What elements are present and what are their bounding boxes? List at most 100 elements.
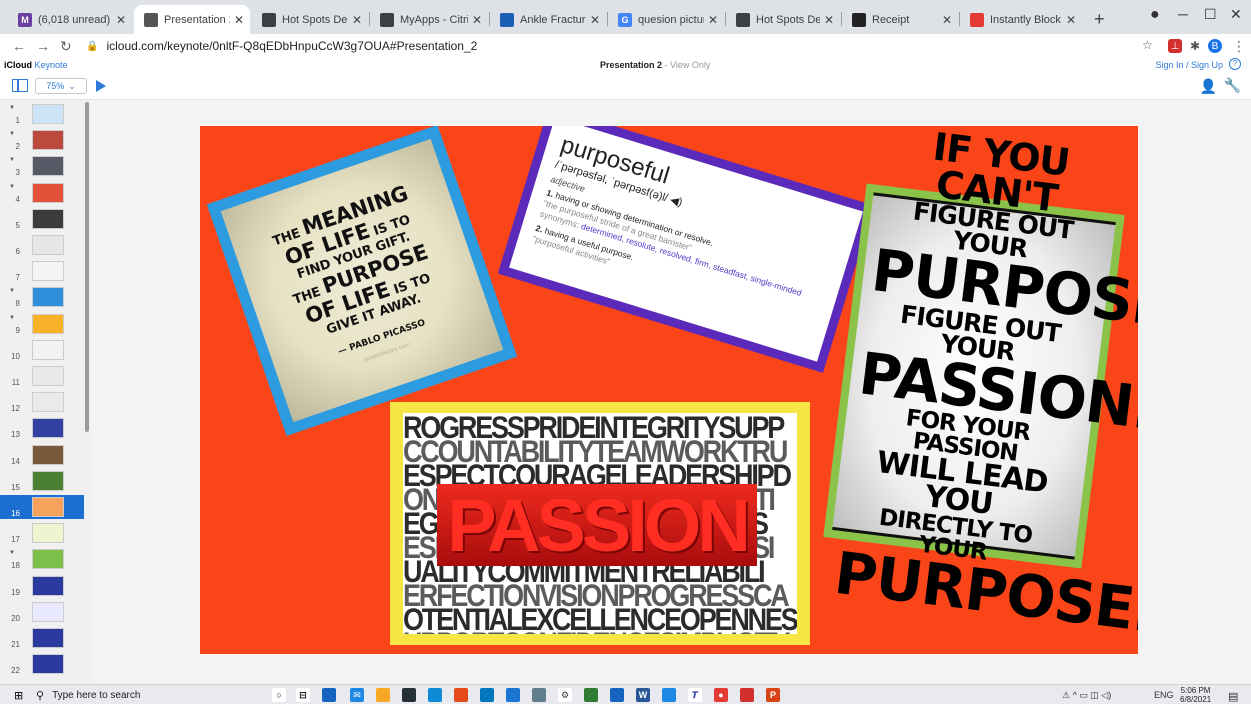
disclosure-triangle-icon[interactable]: ▼ [9,184,15,190]
browser-tab[interactable]: MyApps - Citrix Acces ✕ [370,5,488,34]
slide-thumbnail[interactable]: ▼ 9 [0,312,84,336]
app-icon[interactable] [480,688,494,702]
slide-thumbnail[interactable]: ▼ 2 [0,128,84,152]
slide-thumbnail[interactable]: 13 [0,416,84,440]
close-tab-icon[interactable]: ✕ [234,13,244,27]
slide-thumbnail[interactable]: 7 [0,259,84,283]
slide-thumbnail[interactable]: 12 [0,390,84,414]
pdf-extension-icon[interactable]: ⊥ [1168,39,1182,53]
picasso-quote-image[interactable]: THE MEANING OF LIFE IS TO FIND YOUR GIFT. T… [206,126,518,437]
disclosure-triangle-icon[interactable]: ▼ [9,288,15,294]
new-tab-button[interactable]: + [1094,9,1105,30]
app-icon[interactable]: 𝑻 [688,688,702,702]
wrench-icon[interactable]: 🔧 [1224,77,1241,94]
language-indicator[interactable]: ENG [1154,690,1174,700]
back-icon[interactable]: ← [12,38,26,54]
slide-thumbnail[interactable]: ▼ 8 [0,285,84,309]
sign-in-link[interactable]: Sign In / Sign Up [1155,60,1223,70]
close-tab-icon[interactable]: ✕ [590,13,600,27]
outlook-icon[interactable] [610,688,624,702]
browser-tab[interactable]: Gquesion pictures - Go ✕ [608,5,724,34]
browser-tab[interactable]: Hot Spots December ✕ [726,5,840,34]
browser-tab[interactable]: Ankle Fracture-Disloc ✕ [490,5,606,34]
app-icon[interactable] [322,688,336,702]
word-icon[interactable]: W [636,688,650,702]
office-icon[interactable] [454,688,468,702]
app-icon[interactable] [506,688,520,702]
disclosure-triangle-icon[interactable]: ▼ [9,131,15,137]
close-tab-icon[interactable]: ✕ [942,13,952,27]
slide-thumbnail[interactable]: 19 [0,574,84,598]
close-tab-icon[interactable]: ✕ [116,13,126,27]
slide-thumbnail[interactable]: ▼ 1 [0,102,84,126]
slide-thumbnail[interactable]: 5 [0,207,84,231]
slide-thumbnail[interactable]: 6 [0,233,84,257]
close-tab-icon[interactable]: ✕ [708,13,718,27]
widgets-icon[interactable]: ⊟ [296,688,310,702]
powerpoint-icon[interactable]: P [766,688,780,702]
close-tab-icon[interactable]: ✕ [352,13,362,27]
url-field[interactable]: 🔒 icloud.com/keynote/0nltF-Q8qEDbHnpuCcW… [86,37,477,55]
tray-icons[interactable]: ⚠ ^ ▭ ◫ ◁) [1062,690,1111,701]
chrome-icon[interactable]: ● [714,688,728,702]
mail-icon[interactable]: ✉ [350,688,364,702]
taskbar-search[interactable]: ⚲ Type here to search [36,687,246,703]
slide-thumbnail[interactable]: 11 [0,364,84,388]
notification-icon[interactable]: ▤ [1228,690,1238,703]
close-tab-icon[interactable]: ✕ [1066,13,1076,27]
collaborate-icon[interactable]: 👤 [1200,78,1217,95]
store-icon[interactable] [402,688,416,702]
browser-tab[interactable]: Hot Spots December ✕ [252,5,368,34]
slide-thumbnail[interactable]: 16 [0,495,84,519]
slide-thumbnail[interactable]: 15 [0,469,84,493]
app-icon[interactable] [662,688,676,702]
browser-tab[interactable]: M (6,018 unread) - bfote ✕ [8,5,132,34]
slide-thumbnail[interactable]: ▼ 18 [0,547,84,571]
extensions-puzzle-icon[interactable]: ✱ [1188,39,1202,53]
disclosure-triangle-icon[interactable]: ▼ [9,157,15,163]
slide-thumbnail[interactable]: 14 [0,443,84,467]
disclosure-triangle-icon[interactable]: ▼ [9,315,15,321]
browser-tab[interactable]: Presentation 2 ✕ [134,5,250,34]
slide-thumbnail[interactable]: 21 [0,626,84,650]
purpose-passion-poster[interactable]: IF YOU CAN'T FIGURE OUT YOUR PURPOSE, FIGUR… [823,126,1138,646]
edge-icon[interactable] [428,688,442,702]
icloud-logo[interactable]: iCloud Keynote [4,60,68,70]
slide-thumbnail[interactable]: ▼ 3 [0,154,84,178]
browser-tab[interactable]: Receipt ✕ [842,5,958,34]
passion-wordcloud-image[interactable]: ROGRESSPRIDEINTEGRITYSUPP CCOUNTABILITYTE… [390,402,810,645]
definition-image[interactable]: purposeful /ˈpərpəsfəl, ˈpərpəsf(ə)l/ ◀)… [497,126,875,373]
slide-thumbnail[interactable]: ▼ 4 [0,181,84,205]
slide-thumbnail[interactable]: 10 [0,338,84,362]
close-window-icon[interactable]: ✕ [1230,6,1242,23]
maximize-icon[interactable]: ☐ [1204,6,1217,23]
calculator-icon[interactable] [532,688,546,702]
forward-icon[interactable]: → [36,38,50,54]
profile-avatar[interactable]: B [1208,39,1222,53]
minimize-icon[interactable]: ─ [1178,6,1188,22]
close-tab-icon[interactable]: ✕ [472,13,482,27]
slide-thumbnail[interactable]: 22 [0,652,84,676]
browser-tab[interactable]: Instantly Block Unlimi ✕ [960,5,1082,34]
acrobat-icon[interactable] [740,688,754,702]
file-explorer-icon[interactable] [376,688,390,702]
slide-thumbnail[interactable]: 20 [0,600,84,624]
bookmark-star-icon[interactable]: ☆ [1142,38,1153,52]
close-tab-icon[interactable]: ✕ [824,13,834,27]
settings-gear-icon[interactable]: ⚙ [558,688,572,702]
reload-icon[interactable]: ↻ [60,38,72,55]
windows-start-icon[interactable]: ⊞ [14,689,23,702]
disclosure-triangle-icon[interactable]: ▼ [9,550,15,556]
excel-icon[interactable] [584,688,598,702]
chrome-menu-icon[interactable]: ⋮ [1232,38,1246,55]
task-view-icon[interactable]: ○ [272,688,286,702]
zoom-select[interactable]: 75% ⌄ [35,78,87,94]
chrome-profile-icon[interactable]: ● [1150,6,1160,24]
play-icon[interactable] [96,80,106,92]
help-icon[interactable]: ? [1229,58,1241,70]
navigator-scrollbar[interactable] [85,102,89,432]
disclosure-triangle-icon[interactable]: ▼ [9,105,15,111]
sidebar-toggle-icon[interactable] [12,79,28,92]
taskbar-clock[interactable]: 5:06 PM 6/8/2021 [1180,686,1211,704]
slide-thumbnail[interactable]: 17 [0,521,84,545]
